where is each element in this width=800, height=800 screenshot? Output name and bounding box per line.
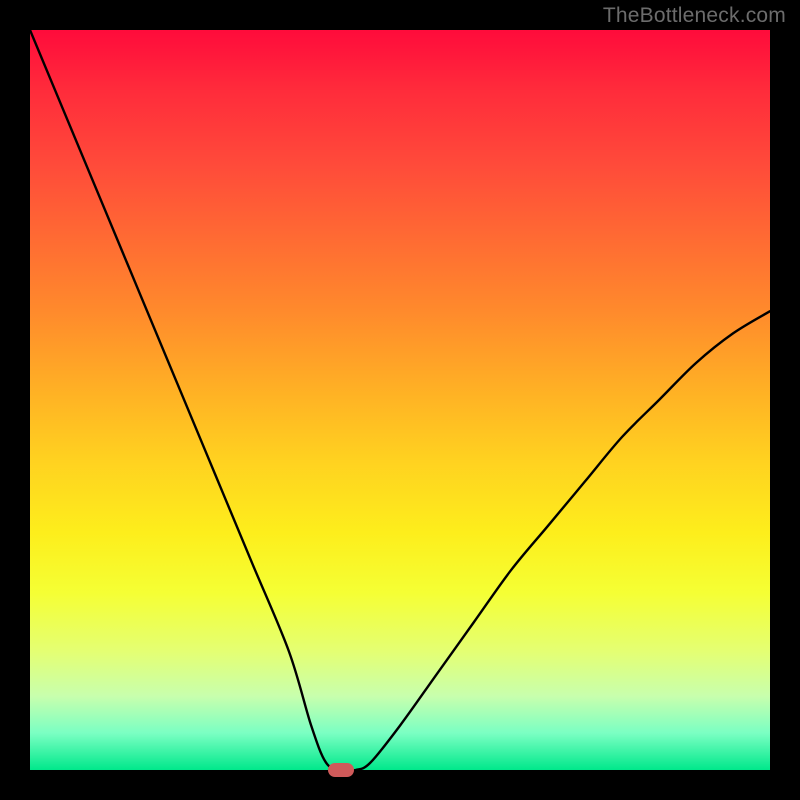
bottleneck-point-marker xyxy=(328,763,354,777)
chart-frame: TheBottleneck.com xyxy=(0,0,800,800)
watermark-text: TheBottleneck.com xyxy=(603,4,786,28)
chart-plot-area xyxy=(30,30,770,770)
bottleneck-curve xyxy=(30,30,770,770)
